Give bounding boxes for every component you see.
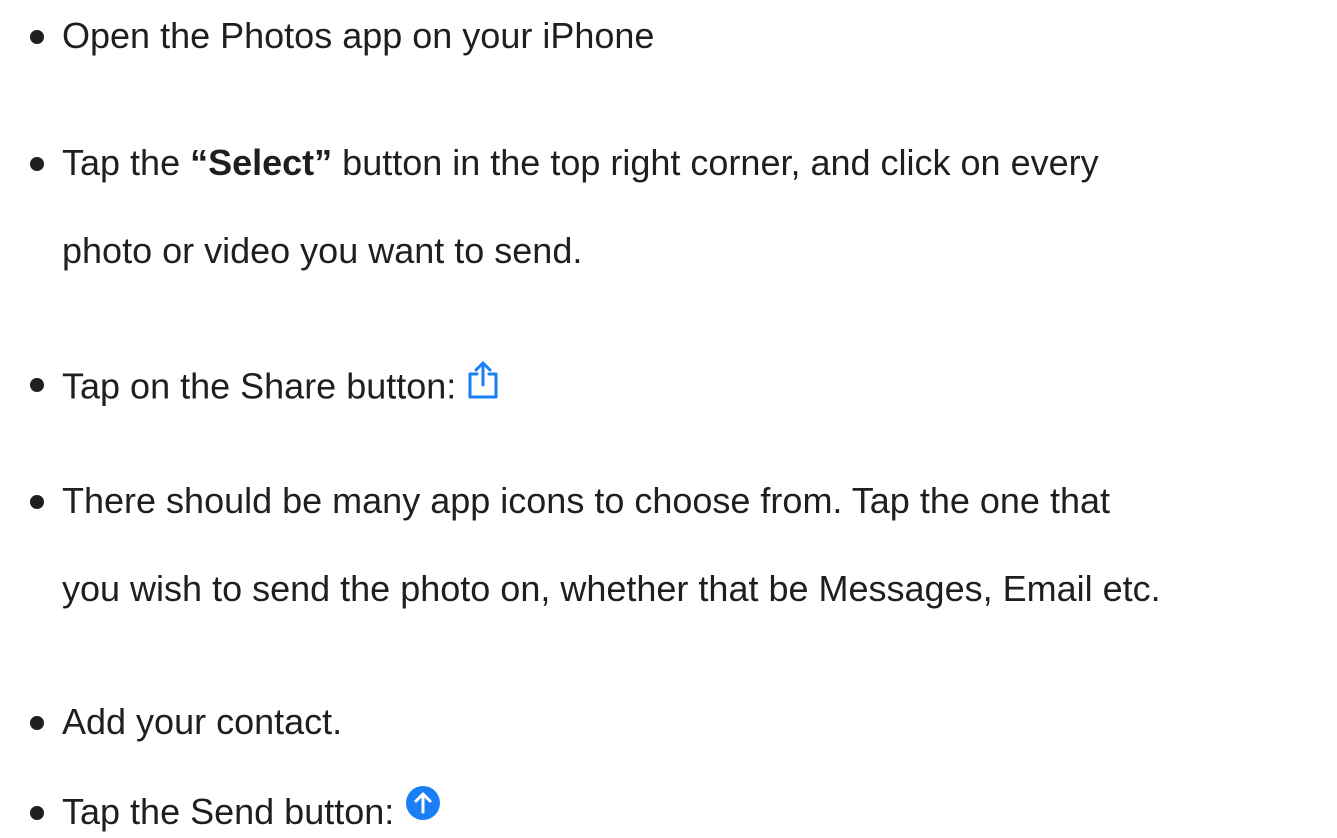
step-text-label: Tap on the Share button: <box>62 365 457 407</box>
bullet <box>30 30 44 44</box>
step-text-prefix: Tap the <box>62 142 191 183</box>
step-choose-app: There should be many app icons to choose… <box>30 480 1161 607</box>
step-text: Add your contact. <box>62 701 343 742</box>
step-text-label: Tap the Send button: <box>62 791 395 832</box>
bullet <box>30 157 44 171</box>
step-text: Tap the Send button: <box>62 786 441 834</box>
bullet <box>30 716 44 730</box>
share-icon <box>466 360 500 406</box>
step-text: There should be many app icons to choose… <box>62 480 1110 521</box>
bullet <box>30 378 44 392</box>
step-text-continued: you wish to send the photo on, whether t… <box>62 568 1161 609</box>
step-select-photos: Tap the “Select” button in the top right… <box>30 145 1099 269</box>
step-text: Open the Photos app on your iPhone <box>62 15 655 56</box>
step-text: Tap on the Share button: <box>62 361 500 412</box>
step-text-continued: photo or video you want to send. <box>62 230 583 271</box>
step-open-photos: Open the Photos app on your iPhone <box>30 15 655 56</box>
bullet <box>30 806 44 820</box>
step-add-contact: Add your contact. <box>30 701 343 742</box>
select-label: “Select” <box>190 142 333 183</box>
step-tap-share: Tap on the Share button: <box>30 361 500 412</box>
bullet <box>30 495 44 509</box>
step-tap-send: Tap the Send button: <box>30 786 441 834</box>
send-icon <box>406 786 441 826</box>
step-text: Tap the “Select” button in the top right… <box>62 145 1099 181</box>
step-text-suffix: button in the top right corner, and clic… <box>332 142 1099 183</box>
